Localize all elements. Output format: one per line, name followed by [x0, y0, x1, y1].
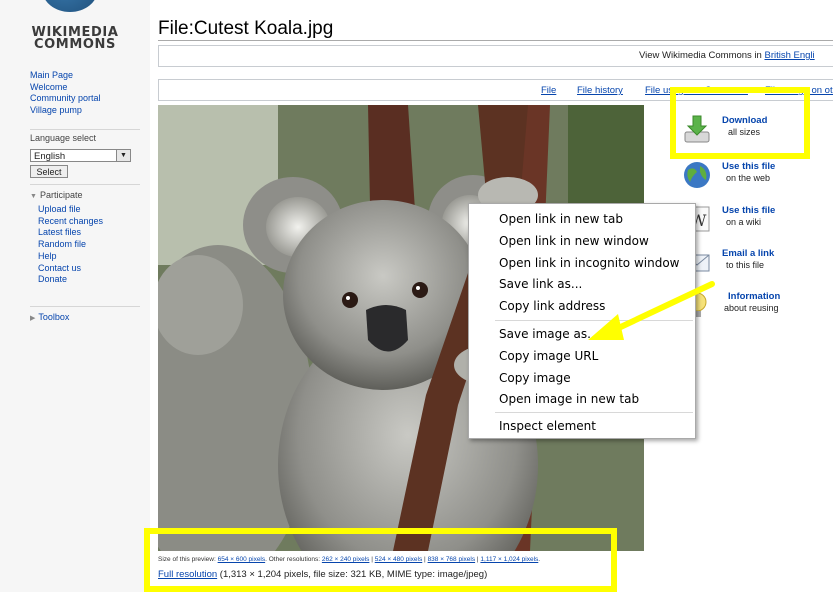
- page-title: File:Cutest Koala.jpg: [158, 18, 334, 39]
- nav-contact-us[interactable]: Contact us: [38, 263, 103, 275]
- use-web-title: Use this file: [722, 161, 776, 172]
- tab-file[interactable]: File: [541, 85, 556, 96]
- toolbox-section-toggle[interactable]: ▶ Toolbox: [30, 312, 69, 322]
- sidebar: WIKIMEDIA COMMONS Main Page Welcome Comm…: [0, 0, 150, 592]
- preview-size-info: Size of this preview: 654 × 600 pixels. …: [158, 556, 541, 563]
- full-resolution-info: Full resolution (1,313 × 1,204 pixels, f…: [158, 569, 487, 580]
- resolution-link-2[interactable]: 524 × 480 pixels: [375, 556, 423, 563]
- participate-section-toggle[interactable]: ▼ Participate: [30, 190, 82, 200]
- chevron-down-icon[interactable]: ▼: [116, 150, 130, 161]
- ctx-save-link-as[interactable]: Save link as...: [499, 277, 582, 291]
- commons-logo-icon[interactable]: [42, 0, 98, 12]
- use-on-wiki-tool[interactable]: W Use this file on a wiki: [680, 200, 833, 244]
- ctx-inspect-element[interactable]: Inspect element: [499, 419, 596, 433]
- resolution-link-3[interactable]: 838 × 768 pixels: [428, 556, 476, 563]
- language-select-label: Language select: [30, 133, 97, 143]
- participate-links: Upload file Recent changes Latest files …: [38, 204, 103, 286]
- ctx-copy-image-url[interactable]: Copy image URL: [499, 349, 598, 363]
- language-dropdown-value: English: [34, 151, 66, 162]
- download-highlight-box: [670, 87, 810, 159]
- ctx-open-link-new-window[interactable]: Open link in new window: [499, 234, 649, 248]
- information-title: Information: [728, 291, 781, 302]
- use-web-subtitle: on the web: [726, 173, 771, 183]
- use-on-web-tool[interactable]: Use this file on the web: [680, 156, 833, 200]
- language-notice-bar: View Wikimedia Commons in British Engli: [158, 45, 833, 67]
- resolution-link-4[interactable]: 1,117 × 1,024 pixels: [480, 556, 538, 563]
- collapsed-triangle-icon: ▶: [30, 315, 36, 322]
- participate-label: Participate: [39, 190, 83, 200]
- full-resolution-details: (1,313 × 1,204 pixels, file size: 321 KB…: [217, 569, 488, 580]
- nav-help[interactable]: Help: [38, 251, 103, 263]
- sidebar-divider: [30, 184, 140, 185]
- use-wiki-title: Use this file: [722, 205, 776, 216]
- ctx-open-link-new-tab[interactable]: Open link in new tab: [499, 212, 623, 226]
- tab-file-history[interactable]: File history: [577, 85, 623, 96]
- ctx-open-link-incognito[interactable]: Open link in incognito window: [499, 256, 679, 270]
- email-title: Email a link: [722, 248, 775, 259]
- title-divider: [158, 40, 833, 41]
- resolution-link-1[interactable]: 262 × 240 pixels: [322, 556, 370, 563]
- nav-village-pump[interactable]: Village pump: [30, 105, 101, 117]
- main-navigation: Main Page Welcome Community portal Villa…: [30, 70, 101, 117]
- toolbox-label: Toolbox: [38, 312, 70, 322]
- ctx-copy-image[interactable]: Copy image: [499, 371, 571, 385]
- notice-text: View Wikimedia Commons in: [639, 50, 765, 61]
- language-dropdown[interactable]: English ▼: [30, 149, 131, 162]
- ctx-open-image-new-tab[interactable]: Open image in new tab: [499, 392, 639, 406]
- nav-upload-file[interactable]: Upload file: [38, 204, 103, 216]
- nav-welcome[interactable]: Welcome: [30, 82, 101, 94]
- sidebar-divider: [30, 129, 140, 130]
- notice-language-link[interactable]: British Engli: [764, 50, 814, 61]
- use-wiki-subtitle: on a wiki: [726, 217, 762, 227]
- menu-separator: [495, 412, 693, 413]
- expanded-triangle-icon: ▼: [30, 193, 37, 200]
- email-subtitle: to this file: [726, 260, 765, 270]
- language-select-button[interactable]: Select: [30, 165, 68, 178]
- nav-main-page[interactable]: Main Page: [30, 70, 101, 82]
- annotation-arrow-icon: [588, 281, 715, 340]
- information-subtitle: about reusing: [724, 303, 779, 313]
- nav-random-file[interactable]: Random file: [38, 239, 103, 251]
- site-logo-text[interactable]: WIKIMEDIA COMMONS: [22, 26, 128, 51]
- full-resolution-link[interactable]: Full resolution: [158, 569, 217, 580]
- nav-community-portal[interactable]: Community portal: [30, 93, 101, 105]
- sidebar-divider: [30, 306, 140, 307]
- globe-icon: [682, 160, 712, 190]
- nav-latest-files[interactable]: Latest files: [38, 227, 103, 239]
- preview-size-link[interactable]: 654 × 600 pixels: [218, 556, 266, 563]
- nav-recent-changes[interactable]: Recent changes: [38, 216, 103, 228]
- nav-donate[interactable]: Donate: [38, 274, 103, 286]
